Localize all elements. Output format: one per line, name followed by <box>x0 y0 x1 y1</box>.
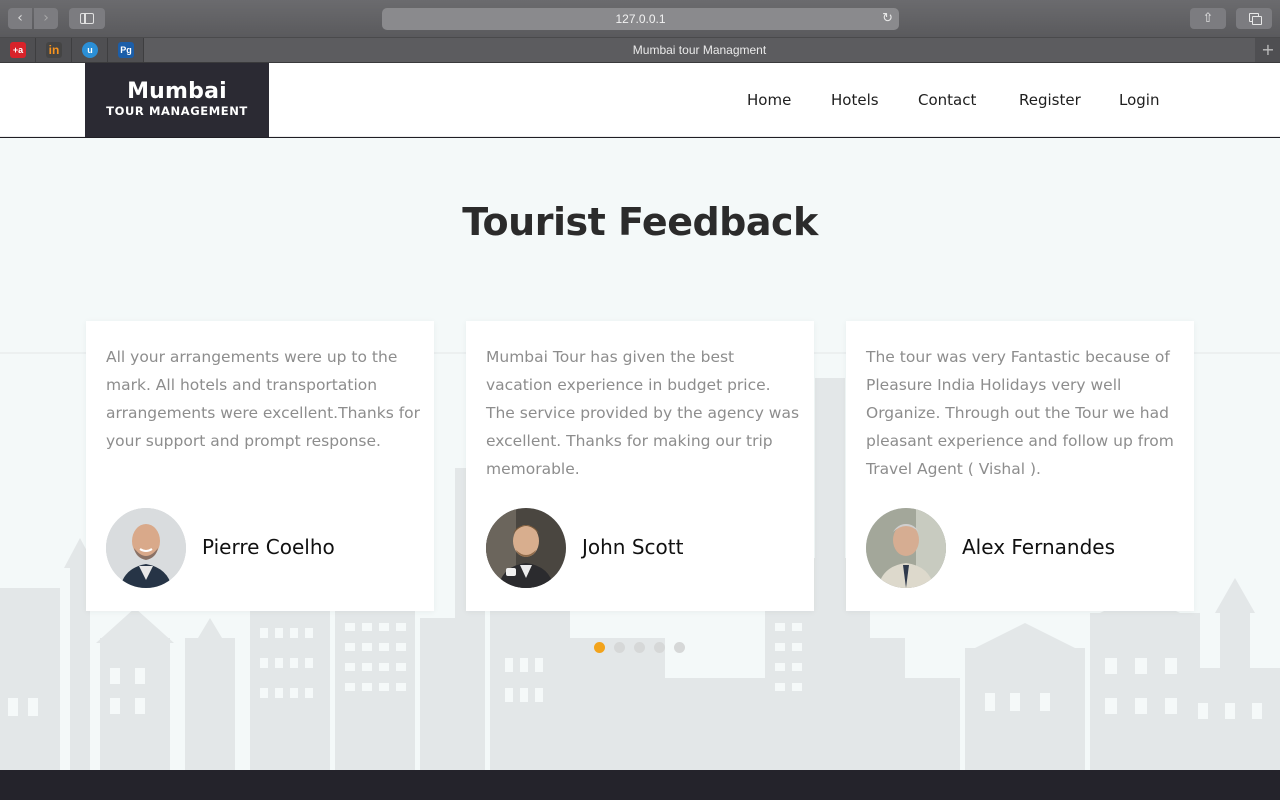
logo-subtitle: TOUR MANAGEMENT <box>106 104 248 118</box>
favicon-icon: in <box>46 42 62 58</box>
chevron-left-icon: ‹ <box>17 10 23 26</box>
testimonial-text: Mumbai Tour has given the best vacation … <box>486 348 800 478</box>
pinned-tab-4[interactable]: Pg <box>108 38 144 62</box>
chevron-right-icon: › <box>43 10 49 26</box>
new-tab-button[interactable]: + <box>1256 38 1280 62</box>
address-bar[interactable]: 127.0.0.1 ↻ <box>382 8 899 30</box>
back-button[interactable]: ‹ <box>8 8 32 29</box>
sidebar-icon <box>80 13 94 24</box>
site-logo[interactable]: Mumbai TOUR MANAGEMENT <box>85 63 269 137</box>
testimonial-card: The tour was very Fantastic because of P… <box>846 321 1194 611</box>
testimonial-author: Alex Fernandes <box>962 535 1115 559</box>
nav-hotels[interactable]: Hotels <box>831 63 879 137</box>
favicon-icon: +a <box>10 42 26 58</box>
url-text: 127.0.0.1 <box>615 12 666 26</box>
tab-bar: +a in u Pg Mumbai tour Managment + <box>0 38 1280 63</box>
carousel-dot-2[interactable] <box>614 642 625 653</box>
testimonial-card: All your arrangements were up to the mar… <box>86 321 434 611</box>
site-header: Mumbai TOUR MANAGEMENT Home Hotels Conta… <box>0 63 1280 137</box>
tabs-icon-front <box>1252 16 1262 25</box>
section-title: Tourist Feedback <box>462 200 818 244</box>
favicon-icon: u <box>82 42 98 58</box>
testimonial-text: All your arrangements were up to the mar… <box>106 348 421 450</box>
carousel-dot-1[interactable] <box>594 642 605 653</box>
sidebar-toggle-button[interactable] <box>69 8 105 29</box>
person-photo-icon <box>866 508 946 588</box>
avatar <box>866 508 946 588</box>
testimonial-author: John Scott <box>582 535 684 559</box>
show-tabs-button[interactable] <box>1236 8 1272 29</box>
pinned-tab-3[interactable]: u <box>72 38 108 62</box>
testimonial-card: Mumbai Tour has given the best vacation … <box>466 321 814 611</box>
feedback-section: Tourist Feedback All your arrangements w… <box>0 138 1280 770</box>
testimonial-author: Pierre Coelho <box>202 535 335 559</box>
person-photo-icon <box>106 508 186 588</box>
forward-button[interactable]: › <box>34 8 58 29</box>
avatar <box>106 508 186 588</box>
person-photo-icon <box>486 508 566 588</box>
active-tab[interactable]: Mumbai tour Managment <box>144 38 1255 62</box>
browser-toolbar: ‹ › 127.0.0.1 ↻ ⇧ <box>0 0 1280 38</box>
pinned-tab-1[interactable]: +a <box>0 38 36 62</box>
nav-contact[interactable]: Contact <box>918 63 976 137</box>
carousel-dot-5[interactable] <box>674 642 685 653</box>
carousel-dot-3[interactable] <box>634 642 645 653</box>
testimonial-text: The tour was very Fantastic because of P… <box>866 348 1174 478</box>
nav-home[interactable]: Home <box>747 63 791 137</box>
avatar <box>486 508 566 588</box>
nav-login[interactable]: Login <box>1119 63 1159 137</box>
pinned-tab-2[interactable]: in <box>36 38 72 62</box>
logo-title: Mumbai <box>127 79 227 104</box>
carousel-dot-4[interactable] <box>654 642 665 653</box>
plus-icon: + <box>1261 40 1275 59</box>
favicon-icon: Pg <box>118 42 134 58</box>
share-button[interactable]: ⇧ <box>1190 8 1226 29</box>
nav-register[interactable]: Register <box>1019 63 1081 137</box>
site-footer <box>0 770 1280 800</box>
share-icon: ⇧ <box>1202 11 1214 26</box>
reload-icon[interactable]: ↻ <box>882 11 893 26</box>
